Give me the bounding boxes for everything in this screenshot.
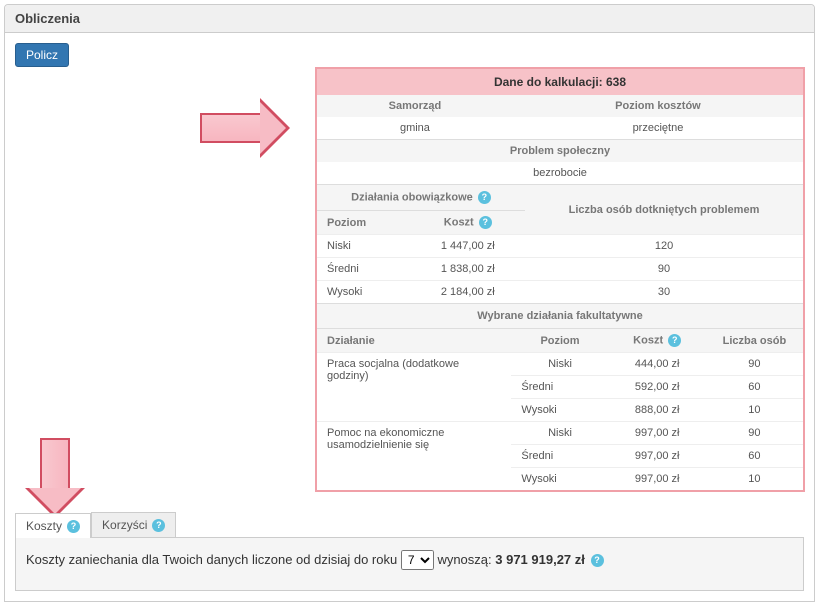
mandatory-header-text: Działania obowiązkowe	[351, 191, 473, 203]
help-icon[interactable]: ?	[478, 191, 491, 204]
col-koszt: Koszt ?	[411, 211, 525, 235]
result-area: Koszty zaniechania dla Twoich danych lic…	[15, 538, 804, 591]
col-koszt-text: Koszt	[444, 216, 474, 228]
col-liczba-long: Liczba osób dotkniętych problemem	[525, 185, 803, 235]
table-row: Średni1 838,00 zł90	[317, 258, 803, 281]
cell-poziom: Średni	[511, 376, 608, 399]
panel-title: Obliczenia	[5, 5, 814, 33]
cell-poziom: Niski	[511, 353, 608, 376]
result-middle: wynoszą:	[437, 552, 495, 567]
col-poziom-kosztow: Poziom kosztów	[513, 95, 803, 117]
help-icon[interactable]: ?	[152, 519, 165, 532]
cell-liczba: 60	[706, 376, 803, 399]
mandatory-actions-table: Działania obowiązkowe ? Liczba osób dotk…	[317, 184, 803, 303]
val-poziom-kosztow: przeciętne	[513, 117, 803, 140]
col-liczba: Liczba osób	[706, 329, 803, 353]
cell-koszt: 1 838,00 zł	[411, 258, 525, 281]
cell-poziom: Wysoki	[511, 399, 608, 422]
tab-koszty-label: Koszty	[26, 519, 62, 533]
cell-poziom: Wysoki	[317, 281, 411, 304]
cell-koszt: 592,00 zł	[609, 376, 706, 399]
help-icon[interactable]: ?	[479, 216, 492, 229]
cell-liczba: 90	[706, 422, 803, 445]
arrow-down-annotation	[25, 438, 85, 518]
cell-koszt: 997,00 zł	[609, 445, 706, 468]
tab-korzysci[interactable]: Korzyści ?	[91, 512, 176, 537]
year-select[interactable]: 7	[401, 550, 434, 570]
table-row: Pomoc na ekonomiczne usamodzielnienie si…	[317, 422, 803, 445]
col-koszt2-text: Koszt	[633, 334, 663, 346]
col-samorzad: Samorząd	[317, 95, 513, 117]
arrow-right-shaft	[200, 113, 260, 143]
table-row: Praca socjalna (dodatkowe godziny)Niski4…	[317, 353, 803, 376]
col-poziom: Poziom	[317, 211, 411, 235]
cell-poziom: Wysoki	[511, 468, 608, 491]
col-dzialanie: Działanie	[317, 329, 511, 353]
tab-korzysci-label: Korzyści	[102, 518, 147, 532]
cell-poziom: Średni	[317, 258, 411, 281]
cell-dzialanie: Pomoc na ekonomiczne usamodzielnienie si…	[317, 422, 511, 491]
cell-koszt: 997,00 zł	[609, 422, 706, 445]
cell-koszt: 997,00 zł	[609, 468, 706, 491]
cell-liczba: 10	[706, 468, 803, 491]
help-icon[interactable]: ?	[591, 554, 604, 567]
cell-koszt: 1 447,00 zł	[411, 235, 525, 258]
cell-liczba: 120	[525, 235, 803, 258]
problem-label: Problem społeczny	[317, 140, 803, 163]
cell-koszt: 2 184,00 zł	[411, 281, 525, 304]
cell-liczba: 90	[706, 353, 803, 376]
arrow-down-shaft	[40, 438, 70, 488]
calculate-button[interactable]: Policz	[15, 43, 69, 67]
calculations-panel: Obliczenia Policz Dane do kalkulacji: 63…	[4, 4, 815, 602]
table-row: Wysoki2 184,00 zł30	[317, 281, 803, 304]
tab-koszty[interactable]: Koszty ?	[15, 513, 91, 538]
data-box-title-prefix: Dane do kalkulacji:	[494, 75, 606, 89]
cell-liczba: 60	[706, 445, 803, 468]
col-koszt2: Koszt ?	[609, 329, 706, 353]
col-poziom2: Poziom	[511, 329, 608, 353]
help-icon[interactable]: ?	[67, 520, 80, 533]
table-row: Niski1 447,00 zł120	[317, 235, 803, 258]
problem-value: bezrobocie	[317, 162, 803, 184]
cell-poziom: Niski	[511, 422, 608, 445]
data-box-id: 638	[606, 75, 626, 89]
calculation-data-box: Dane do kalkulacji: 638 Samorząd Poziom …	[315, 67, 805, 492]
optional-header: Wybrane działania fakultatywne	[317, 304, 803, 329]
data-box-title: Dane do kalkulacji: 638	[317, 69, 803, 95]
cell-koszt: 888,00 zł	[609, 399, 706, 422]
val-samorzad: gmina	[317, 117, 513, 140]
help-icon[interactable]: ?	[668, 334, 681, 347]
cell-koszt: 444,00 zł	[609, 353, 706, 376]
cell-dzialanie: Praca socjalna (dodatkowe godziny)	[317, 353, 511, 422]
cell-liczba: 10	[706, 399, 803, 422]
result-sentence: Koszty zaniechania dla Twoich danych lic…	[26, 550, 793, 570]
mandatory-header: Działania obowiązkowe ?	[317, 185, 525, 211]
cell-poziom: Niski	[317, 235, 411, 258]
panel-body: Policz Dane do kalkulacji: 638 Samorząd …	[5, 33, 814, 601]
arrow-right-head-icon	[260, 98, 290, 158]
optional-actions-table: Wybrane działania fakultatywne Działanie…	[317, 303, 803, 490]
result-prefix: Koszty zaniechania dla Twoich danych lic…	[26, 552, 401, 567]
cell-liczba: 90	[525, 258, 803, 281]
cell-poziom: Średni	[511, 445, 608, 468]
cell-liczba: 30	[525, 281, 803, 304]
result-amount: 3 971 919,27 zł	[495, 552, 585, 567]
arrow-right-annotation	[200, 98, 290, 158]
result-tabs: Koszty ? Korzyści ?	[15, 512, 804, 538]
summary-table: Samorząd Poziom kosztów gmina przeciętne…	[317, 95, 803, 184]
